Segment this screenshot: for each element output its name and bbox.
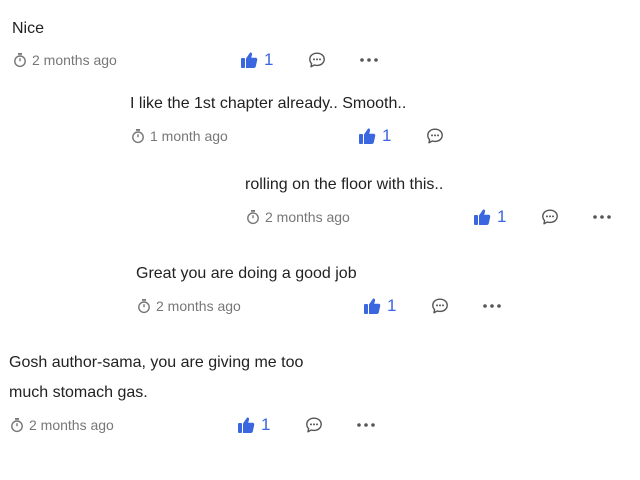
more-options-button[interactable] (482, 294, 502, 318)
comment-meta: 1 month ago 1 (0, 124, 640, 148)
stopwatch-icon (132, 129, 144, 144)
timestamp-label: 2 months ago (265, 209, 350, 225)
comment-text: Great you are doing a good job (136, 259, 357, 289)
stopwatch-icon (11, 418, 23, 433)
speech-bubble-icon (306, 417, 322, 433)
timestamp-label: 2 months ago (156, 298, 241, 314)
speech-bubble-icon (427, 128, 443, 144)
reply-button[interactable] (431, 294, 449, 318)
like-count: 1 (261, 415, 271, 434)
thumbs-up-icon (238, 417, 255, 433)
stopwatch-icon (247, 210, 259, 225)
like-button[interactable]: 1 (240, 48, 273, 72)
comment-timestamp: 2 months ago (9, 413, 114, 437)
comment-text-line: rolling on the floor with this.. (245, 176, 444, 193)
more-options-button[interactable] (359, 48, 379, 72)
comment-timestamp: 2 months ago (12, 48, 117, 72)
reply-button[interactable] (426, 124, 444, 148)
comment-meta: 2 months ago 1 (0, 413, 640, 437)
thumbs-up-icon (241, 52, 258, 68)
more-dots-icon (593, 215, 611, 219)
comment-text-line: Nice (12, 20, 45, 37)
comment-timestamp: 1 month ago (130, 124, 228, 148)
timestamp-label: 2 months ago (32, 52, 117, 68)
comment-text-line: Gosh author-sama, you are giving me too (9, 354, 304, 371)
more-dots-icon (357, 423, 375, 427)
comment-meta: 2 months ago 1 (0, 48, 640, 72)
like-button[interactable]: 1 (473, 205, 506, 229)
more-options-button[interactable] (356, 413, 376, 437)
comment-text: Gosh author-sama, you are giving me too … (9, 348, 303, 408)
comment-meta: 2 months ago 1 (0, 294, 640, 318)
stopwatch-icon (138, 299, 150, 314)
stopwatch-icon (14, 53, 26, 68)
like-button[interactable]: 1 (358, 124, 391, 148)
like-button[interactable]: 1 (237, 413, 270, 437)
comment-text-line: Great you are doing a good job (136, 265, 357, 282)
like-count: 1 (387, 296, 397, 315)
comment-meta: 2 months ago 1 (0, 205, 640, 229)
timestamp-label: 1 month ago (150, 128, 228, 144)
reply-button[interactable] (305, 413, 323, 437)
thumbs-up-icon (364, 298, 381, 314)
timestamp-label: 2 months ago (29, 417, 114, 433)
thumbs-up-icon (474, 209, 491, 225)
comment-text: Nice (12, 14, 44, 44)
comment-text-line: I like the 1st chapter already.. Smooth.… (130, 95, 407, 112)
comment-timestamp: 2 months ago (136, 294, 241, 318)
like-count: 1 (382, 126, 392, 145)
speech-bubble-icon (432, 298, 448, 314)
reply-button[interactable] (308, 48, 326, 72)
more-options-button[interactable] (592, 205, 612, 229)
comment-text-line: much stomach gas. (9, 384, 148, 401)
speech-bubble-icon (542, 209, 558, 225)
more-dots-icon (360, 58, 378, 62)
comments-thread: Nice 2 months ago 1 I like the 1st chapt… (0, 0, 640, 480)
comment-text: rolling on the floor with this.. (245, 170, 443, 200)
thumbs-up-icon (359, 128, 376, 144)
more-dots-icon (483, 304, 501, 308)
reply-button[interactable] (541, 205, 559, 229)
speech-bubble-icon (309, 52, 325, 68)
like-count: 1 (497, 207, 507, 226)
like-button[interactable]: 1 (363, 294, 396, 318)
comment-timestamp: 2 months ago (245, 205, 350, 229)
comment-text: I like the 1st chapter already.. Smooth.… (130, 89, 406, 119)
like-count: 1 (264, 50, 274, 69)
